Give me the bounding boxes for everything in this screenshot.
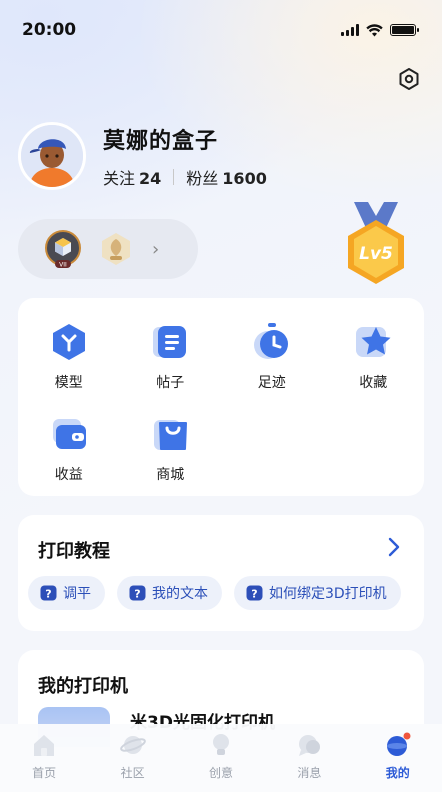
menu-label-favorite: 收藏 (359, 375, 388, 391)
username: 莫娜的盒子 (103, 129, 219, 154)
stats-divider (173, 169, 175, 185)
level-label: Lv5 (359, 244, 393, 264)
tab-creative[interactable]: 创意 (186, 732, 256, 781)
tutorial-chip[interactable]: ? 调平 (28, 576, 105, 610)
status-time: 20:00 (22, 20, 77, 40)
menu-item-post[interactable]: 帖子 (120, 322, 222, 392)
lightbulb-creative-icon (212, 734, 229, 755)
menu-label-shop: 商城 (156, 467, 185, 483)
tab-label-messages: 消息 (297, 766, 322, 780)
tutorial-chip-label: 调平 (63, 586, 91, 602)
tutorial-chips: ? 调平 ? 我的文本 ? 如何绑定3D打印机 (28, 576, 401, 610)
menu-label-earnings: 收益 (54, 467, 83, 483)
function-menu-card: 模型 帖子 足迹 收藏 收益 商城 (18, 298, 424, 496)
tutorial-chip-label: 我的文本 (152, 586, 208, 602)
footprint-icon (253, 323, 288, 359)
menu-item-shop[interactable]: 商城 (120, 414, 222, 484)
wallet-earnings-icon (52, 419, 86, 449)
profile-header: 莫娜的盒子 关注 24 粉丝 1600 (18, 122, 267, 190)
home-icon (34, 735, 55, 756)
profile-planet-icon (386, 732, 411, 756)
tab-messages[interactable]: 消息 (274, 732, 344, 781)
followers-count: 1600 (222, 169, 267, 188)
signal-icon (341, 24, 359, 36)
following-count: 24 (139, 169, 162, 188)
menu-item-footprint[interactable]: 足迹 (221, 322, 323, 392)
wifi-icon (366, 23, 383, 36)
following-stat[interactable]: 关注 24 (103, 165, 161, 189)
question-icon: ? (129, 585, 146, 600)
hexagon-settings-icon (399, 68, 419, 90)
status-icons (341, 23, 419, 37)
profile-info: 莫娜的盒子 关注 24 粉丝 1600 (103, 123, 267, 189)
menu-item-favorite[interactable]: 收藏 (323, 322, 425, 392)
tab-label-profile: 我的 (385, 766, 410, 780)
svg-text:?: ? (251, 587, 257, 600)
avatar[interactable] (18, 122, 86, 190)
post-icon (153, 326, 187, 358)
battery-icon (390, 24, 419, 36)
planet-community-icon (119, 736, 146, 754)
printer-section-title: 我的打印机 (38, 676, 128, 697)
menu-label-model: 模型 (54, 375, 83, 391)
tutorial-title: 打印教程 (38, 541, 110, 562)
avatar-illustration (21, 125, 83, 187)
tutorial-card: 打印教程 ? 调平 ? 我的文本 ? 如何绑定3D打印机 (18, 515, 424, 631)
question-icon: ? (246, 585, 263, 600)
bottom-tab-bar: 首页 社区 创意 消息 我的 (0, 724, 442, 792)
tab-label-community: 社区 (120, 766, 145, 780)
menu-grid: 模型 帖子 足迹 收藏 收益 商城 (18, 298, 424, 484)
shopping-bag-icon (154, 420, 188, 450)
badge-vii-text: VII (59, 262, 67, 269)
followers-stat[interactable]: 粉丝 1600 (186, 165, 267, 189)
profile-stats: 关注 24 粉丝 1600 (103, 165, 267, 189)
following-label: 关注 (103, 169, 136, 188)
tutorial-chip-label: 如何绑定3D打印机 (269, 586, 387, 602)
badges-chevron-right-icon: › (152, 238, 160, 260)
status-bar: 20:00 (0, 0, 442, 60)
tab-label-creative: 创意 (208, 766, 233, 780)
model-icon (52, 324, 85, 360)
svg-text:?: ? (134, 587, 140, 600)
tab-profile[interactable]: 我的 (363, 732, 433, 781)
tutorial-chip[interactable]: ? 如何绑定3D打印机 (234, 576, 401, 610)
tutorial-chip[interactable]: ? 我的文本 (117, 576, 222, 610)
star-favorite-icon (356, 327, 391, 357)
menu-label-post: 帖子 (156, 375, 185, 391)
settings-button[interactable] (396, 66, 422, 92)
question-icon: ? (40, 585, 57, 600)
chat-bubble-icon (299, 735, 321, 756)
badges-row[interactable]: VII › (18, 219, 198, 279)
badge-cube-icon: VII (45, 230, 81, 269)
menu-item-model[interactable]: 模型 (18, 322, 120, 392)
tab-label-home: 首页 (32, 766, 57, 780)
tutorial-chevron-right-icon[interactable] (386, 537, 402, 557)
badge-leaf-icon (102, 233, 130, 265)
tab-community[interactable]: 社区 (98, 732, 168, 781)
svg-text:?: ? (45, 587, 51, 600)
menu-label-footprint: 足迹 (257, 375, 286, 391)
menu-item-earnings[interactable]: 收益 (18, 414, 120, 484)
tab-home[interactable]: 首页 (9, 732, 79, 781)
level-medal-icon[interactable]: Lv5 (336, 202, 416, 294)
notification-dot (403, 732, 411, 740)
followers-label: 粉丝 (186, 169, 219, 188)
